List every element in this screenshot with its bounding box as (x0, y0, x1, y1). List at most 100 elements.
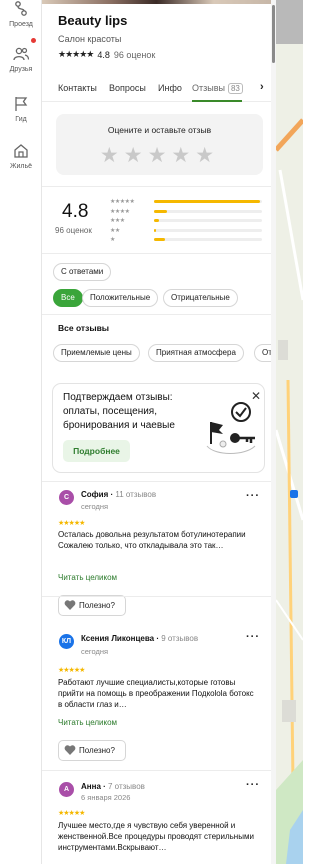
distribution-stars-icon: ★★★★★ (110, 199, 135, 205)
useful-button[interactable]: Полезно? (58, 740, 126, 761)
avatar[interactable]: КЛ (59, 634, 74, 649)
distribution-stars-icon: ★★★ (110, 218, 125, 224)
read-more-link[interactable]: Читать целиком (58, 718, 117, 727)
distribution-bar (154, 200, 262, 203)
tag-chip[interactable]: Отл (254, 344, 271, 362)
more-options-icon[interactable]: ··· (246, 631, 260, 643)
tag-chip[interactable]: Приемлемые цены (53, 344, 140, 362)
review-author[interactable]: София · 11 отзывов (81, 490, 156, 499)
review-text: Лучшее место,где я чувствую себя уверенн… (58, 821, 254, 852)
rate-prompt: Оцените и оставьте отзыв (107, 125, 212, 135)
tab-questions[interactable]: Вопросы (109, 83, 146, 93)
distribution-bar-fill (154, 209, 167, 213)
review-stars-icon: ★★★★★ (58, 667, 85, 674)
review-author-meta: 7 отзывов (108, 782, 145, 791)
review-author-name: София (81, 490, 109, 499)
tag-chip[interactable]: Приятная атмосфера (148, 344, 244, 362)
divider (42, 253, 271, 254)
map-streets-icon (276, 118, 303, 864)
review-author-name: Ксения Ликонцева (81, 634, 155, 643)
place-title: Beauty lips (58, 13, 128, 28)
rail-label-friends: Друзья (9, 66, 33, 73)
heart-icon (64, 745, 76, 755)
rating-stars-icon: ★★★★★ (58, 49, 94, 59)
distribution-stars-icon: ★★★★ (110, 208, 130, 215)
distribution-row: ★★★★★ (110, 198, 264, 208)
rating-distribution: ★★★★★ ★★★★ ★★★ ★★ ★ (110, 198, 264, 246)
avatar[interactable]: С (59, 490, 74, 505)
review-date: сегодня (81, 647, 109, 656)
useful-label: Полезно? (79, 746, 115, 755)
summary-count: 96 оценок (55, 226, 92, 235)
tab-bar: Контакты Вопросы Инфо Отзывы 83 › (42, 74, 271, 102)
place-rating: 4.8 (97, 49, 110, 60)
useful-label: Полезно? (79, 601, 115, 610)
left-rail: Проезд Друзья Гид Жильё (0, 0, 42, 864)
divider (42, 314, 271, 315)
review-stars-icon: ★★★★★ (58, 810, 85, 817)
tab-reviews[interactable]: Отзывы 83 (192, 83, 243, 94)
rail-item-housing[interactable]: Жильё (0, 142, 42, 170)
scrollbar-thumb[interactable] (272, 5, 275, 63)
place-panel: Beauty lips Салон красоты ★★★★★ 4.8 96 о… (42, 0, 271, 864)
review-author[interactable]: Ксения Ликонцева · 9 отзывов (81, 634, 198, 643)
rail-item-route[interactable]: Проезд (0, 0, 42, 28)
review-date: 6 января 2026 (81, 793, 131, 802)
filter-all[interactable]: Все (53, 289, 83, 307)
friends-icon (13, 47, 30, 61)
review-stars-icon: ★★★★★ (58, 520, 85, 527)
distribution-bar (154, 209, 262, 213)
distribution-bar (154, 238, 262, 241)
guide-flag-icon (15, 97, 28, 111)
review-author-name: Анна (81, 782, 101, 791)
more-options-icon[interactable]: ··· (246, 490, 260, 502)
notification-dot (31, 38, 36, 43)
review-author[interactable]: Анна · 7 отзывов (81, 782, 145, 791)
avatar[interactable]: А (59, 782, 74, 797)
distribution-row: ★ (110, 236, 264, 246)
divider (42, 596, 271, 597)
distribution-bar-fill (154, 228, 157, 232)
promo-more-button[interactable]: Подробнее (63, 440, 130, 462)
route-icon (15, 1, 27, 16)
distribution-bar-fill (154, 200, 260, 203)
distribution-stars-icon: ★★ (110, 227, 120, 234)
useful-button[interactable]: Полезно? (58, 595, 126, 616)
read-more-link[interactable]: Читать целиком (58, 573, 117, 582)
distribution-bar-fill (154, 238, 165, 241)
rail-label-route: Проезд (9, 21, 33, 28)
rail-item-friends[interactable]: Друзья (0, 38, 42, 73)
rate-stars-input[interactable]: ★★★★★ (56, 143, 263, 168)
rail-label-guide: Гид (15, 116, 27, 123)
place-category: Салон красоты (58, 34, 122, 44)
review-author-meta: 11 отзывов (115, 490, 157, 499)
distribution-stars-icon: ★ (110, 237, 115, 243)
heart-icon (64, 600, 76, 610)
summary-rating: 4.8 (62, 201, 89, 222)
app-root: Проезд Друзья Гид Жильё Beauty lips Сало… (0, 0, 303, 864)
filter-negative[interactable]: Отрицательные (163, 289, 238, 307)
filter-with-answers[interactable]: С ответами (53, 263, 112, 281)
filter-positive[interactable]: Положительные (82, 289, 159, 307)
distribution-row: ★★★ (110, 217, 264, 227)
divider (42, 481, 271, 482)
rail-item-guide[interactable]: Гид (0, 95, 42, 123)
tab-info[interactable]: Инфо (158, 83, 182, 93)
review-text: Работают лучшие специалисты,которые гото… (58, 678, 254, 709)
review-author-meta: 9 отзывов (161, 634, 199, 643)
rail-label-housing: Жильё (10, 163, 32, 170)
place-rating-row: ★★★★★ 4.8 96 оценок (58, 49, 155, 60)
tab-contacts[interactable]: Контакты (58, 83, 97, 93)
photo-strip[interactable] (42, 0, 271, 4)
map-area[interactable] (276, 0, 303, 864)
promo-text: Подтверждаем отзывы: оплаты, посещения, … (63, 392, 175, 431)
tab-active-indicator (192, 100, 242, 102)
distribution-row: ★★ (110, 227, 264, 237)
tab-reviews-badge: 83 (227, 83, 243, 94)
more-options-icon[interactable]: ··· (246, 779, 260, 791)
place-reviews-count: 96 оценок (113, 49, 156, 60)
tabs-next-chevron-icon[interactable]: › (260, 81, 264, 93)
review-date: сегодня (81, 502, 109, 511)
verified-reviews-promo: Подтверждаем отзывы: оплаты, посещения, … (52, 383, 265, 473)
promo-illustration-icon (206, 402, 256, 454)
